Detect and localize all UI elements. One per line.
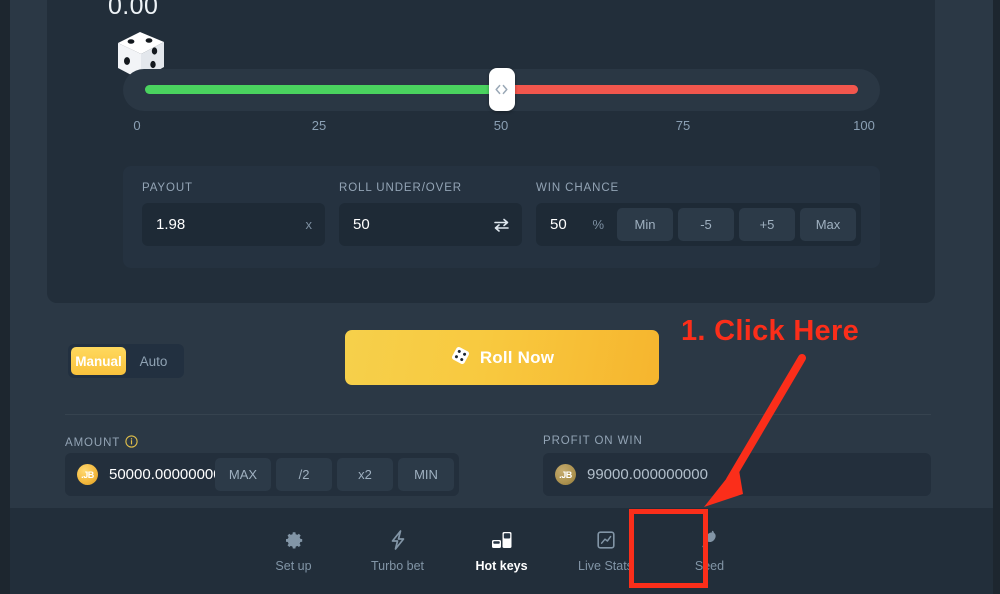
roll-under-over-field: ROLL UNDER/OVER [339,182,522,246]
nav-item-hot-keys[interactable]: Hot keys [466,520,537,582]
roll-now-label: Roll Now [479,347,555,367]
stats-card: PAYOUT x ROLL UNDER/OVER WIN CHANCE [123,166,880,268]
win-chance-input[interactable] [536,203,593,246]
app-screen: 0.00 0 25 50 75 100 PAYOUT 1.98 x ROLL U… [0,0,1000,594]
left-right-chevrons-icon [495,84,508,95]
nav-label-setup: Set up [275,559,312,573]
slider-tick: 25 [311,118,327,133]
win-chance-label: WIN CHANCE [536,182,620,194]
mode-manual-button[interactable]: Manual [71,347,126,375]
gear-icon [283,529,304,551]
keyboard-keys-icon [490,529,514,551]
win-chance-input-box[interactable]: % Min -5 +5 Max [536,203,861,246]
win-chance-buttons: Min -5 +5 Max [617,208,861,241]
slider-tick: 75 [675,118,691,133]
annotation-arrow [690,352,820,517]
win-chance-minus5-button[interactable]: -5 [678,208,734,241]
win-chance-plus5-button[interactable]: +5 [739,208,795,241]
slider-tick: 100 [853,118,875,133]
annotation-highlight-box [629,509,708,588]
payout-suffix: x [305,217,313,232]
slider-handle[interactable] [488,68,515,111]
roll-result-value: 0.00 [108,0,159,20]
nav-label-live-stats: Live Stats [578,559,633,573]
amount-half-button[interactable]: /2 [276,458,332,491]
roll-slider[interactable] [123,68,880,111]
slider-tick: 50 [493,118,509,133]
roll-now-button[interactable]: Roll Now [345,330,659,385]
win-chance-field: WIN CHANCE % Min -5 +5 Max [536,182,861,246]
amount-min-button[interactable]: MIN [398,458,454,491]
payout-field: PAYOUT x [142,182,325,246]
amount-label: AMOUNT [65,437,121,449]
nav-item-turbo-bet[interactable]: Turbo bet [362,520,433,582]
profit-label: PROFIT ON WIN [543,435,643,447]
amount-double-button[interactable]: x2 [337,458,393,491]
amount-buttons: MAX /2 x2 MIN [215,458,459,491]
mode-auto-button[interactable]: Auto [126,347,181,375]
nav-label-hot-keys: Hot keys [475,559,528,573]
chart-icon [596,529,616,551]
right-rail [993,0,1000,594]
payout-input[interactable] [142,203,306,246]
bet-mode-toggle: Manual Auto [68,344,184,378]
slider-tick-labels: 0 25 50 75 100 [123,118,880,136]
coin-icon: .JB [555,464,576,485]
nav-label-turbo-bet: Turbo bet [370,559,425,573]
amount-input-box[interactable]: .JB MAX /2 x2 MIN [65,453,459,496]
roll-under-over-input-box[interactable] [339,203,522,246]
amount-label-group: AMOUNT [65,435,138,451]
win-chance-max-button[interactable]: Max [800,208,856,241]
roll-under-over-input[interactable] [339,203,493,246]
amount-max-button[interactable]: MAX [215,458,271,491]
roll-under-over-label: ROLL UNDER/OVER [339,182,462,194]
nav-item-setup[interactable]: Set up [258,520,329,582]
info-icon[interactable] [125,435,138,451]
payout-label: PAYOUT [142,182,193,194]
slider-tick: 0 [133,118,141,133]
bottom-toolbar: Set up Turbo bet Hot keys Live Stats See… [10,508,993,594]
coin-icon: .JB [77,464,98,485]
annotation-text: 1. Click Here [681,315,859,347]
payout-input-box[interactable]: x [142,203,325,246]
slider-win-range [145,85,502,94]
slider-track[interactable] [145,68,858,111]
win-chance-min-button[interactable]: Min [617,208,673,241]
amount-input[interactable] [98,466,215,483]
slider-lose-range [501,85,858,94]
dice-icon [450,345,471,371]
win-chance-suffix: % [592,217,604,232]
bottom-nav-list: Set up Turbo bet Hot keys Live Stats See… [10,508,993,594]
lightning-icon [388,529,408,551]
swap-arrows-icon[interactable] [493,218,522,232]
